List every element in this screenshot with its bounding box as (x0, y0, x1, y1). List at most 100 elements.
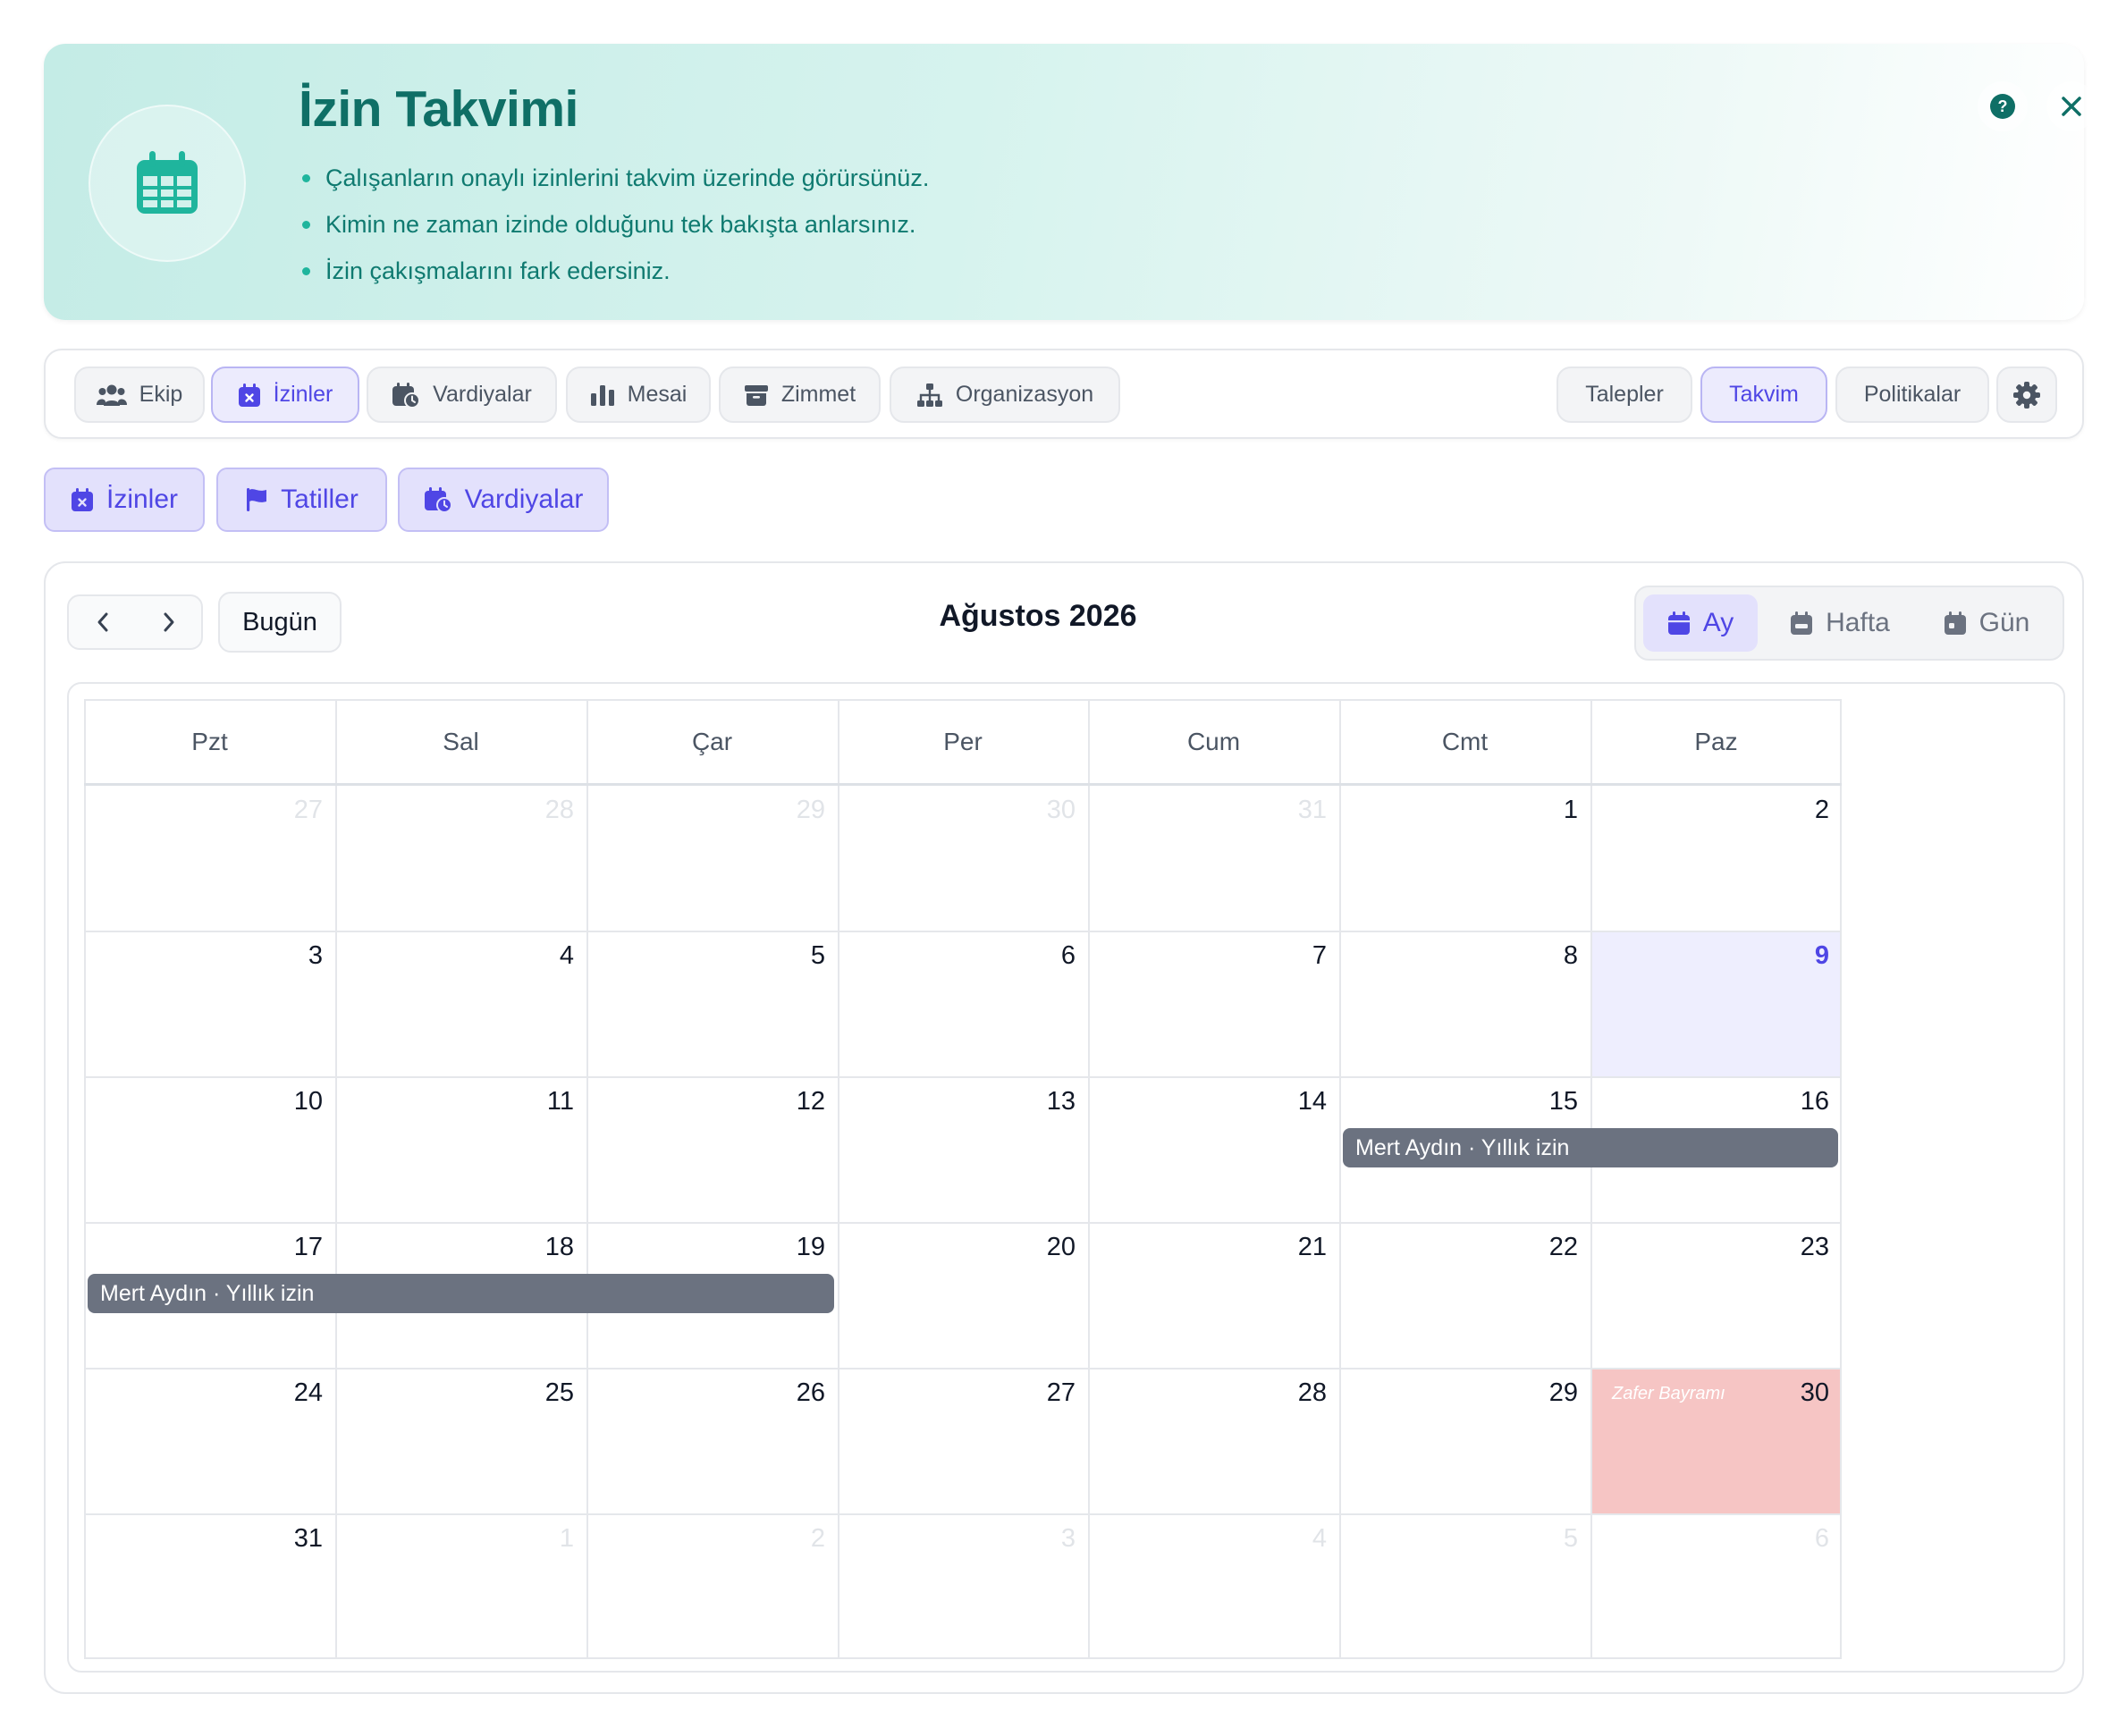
archive-icon (744, 384, 768, 406)
calendar-clock-icon (424, 487, 452, 513)
day-cell[interactable]: 31 (1088, 785, 1339, 931)
nav-politikalar[interactable]: Politikalar (1835, 367, 1989, 423)
nav-organizasyon[interactable]: Organizasyon (890, 367, 1120, 423)
day-cell[interactable]: 3 (84, 931, 335, 1076)
grid-line-horizontal (84, 1076, 1842, 1078)
subtab-tatiller[interactable]: Tatiller (216, 468, 387, 532)
view-month-button[interactable]: Ay (1643, 594, 1758, 652)
nav-talepler[interactable]: Talepler (1557, 367, 1692, 423)
day-cell[interactable]: 22 (1339, 1222, 1590, 1368)
day-cell[interactable]: 6 (1590, 1513, 1842, 1659)
day-cell[interactable]: 26 (586, 1368, 838, 1513)
nav-ekip-label: Ekip (139, 382, 183, 407)
view-week-button[interactable]: Hafta (1768, 594, 1911, 652)
subtab-vardiyalar-label: Vardiyalar (464, 485, 584, 514)
nav-takvim-label: Takvim (1729, 382, 1799, 407)
close-button[interactable] (2046, 81, 2096, 131)
help-button[interactable]: ? (1978, 81, 2028, 131)
day-number: 4 (559, 941, 574, 970)
day-cell[interactable]: 24 (84, 1368, 335, 1513)
day-number: 4 (1312, 1524, 1327, 1553)
day-cell[interactable]: 4 (1088, 1513, 1339, 1659)
next-month-button[interactable] (137, 596, 201, 648)
day-cell[interactable]: 3 (838, 1513, 1088, 1659)
banner-bullet: Kimin ne zaman izinde olduğunu tek bakış… (299, 201, 929, 248)
users-icon (96, 384, 127, 406)
day-number: 29 (1548, 1378, 1578, 1407)
day-number: 31 (293, 1524, 323, 1553)
leave-event[interactable]: Mert Aydın · Yıllık izin (1343, 1128, 1838, 1167)
day-cell[interactable]: 8 (1339, 931, 1590, 1076)
leave-event[interactable]: Mert Aydın · Yıllık izin (88, 1274, 834, 1313)
day-number: 5 (810, 941, 825, 970)
calendar-clock-icon (392, 382, 421, 409)
nav-zimmet[interactable]: Zimmet (719, 367, 881, 423)
subtab-izinler[interactable]: İzinler (44, 468, 205, 532)
settings-button[interactable] (1996, 367, 2057, 423)
day-number: 29 (796, 796, 825, 824)
day-number: 6 (1060, 941, 1076, 970)
day-cell[interactable]: 29 (1339, 1368, 1590, 1513)
subtab-vardiyalar[interactable]: Vardiyalar (398, 468, 609, 532)
day-cell[interactable]: 5 (586, 931, 838, 1076)
calendar-day-icon (1944, 611, 1966, 635)
day-number: 11 (546, 1087, 574, 1116)
day-cell-today[interactable]: 9 (1590, 931, 1842, 1076)
day-number: 12 (796, 1087, 825, 1116)
calendar-icon (1667, 611, 1690, 635)
day-cell[interactable]: 21 (1088, 1222, 1339, 1368)
grid-line-horizontal (84, 931, 1842, 932)
day-cell[interactable]: 11 (335, 1076, 586, 1222)
day-cell[interactable]: 29 (586, 785, 838, 931)
day-number: 6 (1814, 1524, 1829, 1553)
nav-ekip[interactable]: Ekip (74, 367, 205, 423)
day-cell[interactable]: 14 (1088, 1076, 1339, 1222)
day-cell[interactable]: 4 (335, 931, 586, 1076)
grid-line-horizontal (84, 1222, 1842, 1224)
day-cell[interactable]: 5 (1339, 1513, 1590, 1659)
nav-izinler[interactable]: İzinler (211, 367, 359, 423)
day-cell[interactable]: 27 (84, 785, 335, 931)
day-cell[interactable]: 20 (838, 1222, 1088, 1368)
day-number: 19 (796, 1233, 825, 1261)
day-cell[interactable]: 23 (1590, 1222, 1842, 1368)
svg-text:?: ? (1998, 97, 2008, 115)
day-cell[interactable]: 28 (335, 785, 586, 931)
weekday-header: Per (943, 728, 983, 755)
day-number: 27 (1046, 1378, 1076, 1407)
day-cell[interactable]: 27 (838, 1368, 1088, 1513)
day-cell[interactable]: 13 (838, 1076, 1088, 1222)
calendar-x-icon (71, 488, 93, 511)
day-cell[interactable]: 2 (586, 1513, 838, 1659)
nav-talepler-label: Talepler (1585, 382, 1664, 407)
day-number: 5 (1563, 1524, 1578, 1553)
day-cell[interactable]: 1 (1339, 785, 1590, 931)
nav-takvim[interactable]: Takvim (1700, 367, 1827, 423)
chevron-right-icon (164, 612, 174, 632)
day-cell[interactable]: 31 (84, 1513, 335, 1659)
day-number: 23 (1800, 1233, 1829, 1261)
day-cell-holiday[interactable]: 30 Zafer Bayramı (1590, 1368, 1842, 1513)
prev-month-button[interactable] (71, 596, 135, 648)
nav-mesai[interactable]: Mesai (566, 367, 711, 423)
day-cell[interactable]: 12 (586, 1076, 838, 1222)
day-cell[interactable]: 30 (838, 785, 1088, 931)
nav-vardiyalar[interactable]: Vardiyalar (367, 367, 557, 423)
day-cell[interactable]: 10 (84, 1076, 335, 1222)
help-icon: ? (1990, 94, 2015, 119)
day-cell[interactable]: 28 (1088, 1368, 1339, 1513)
day-number: 24 (293, 1378, 323, 1407)
day-cell[interactable]: 2 (1590, 785, 1842, 931)
today-button[interactable]: Bugün (218, 592, 342, 653)
day-cell[interactable]: 1 (335, 1513, 586, 1659)
day-cell[interactable]: 25 (335, 1368, 586, 1513)
calendar-grid-frame: Pzt Sal Çar Per Cum Cmt Paz 27 28 29 30 31 1 2 3 4 5 6 7 8 9… (67, 682, 2065, 1673)
bar-chart-icon (590, 384, 614, 406)
calendar-x-icon (238, 383, 260, 407)
subtab-tatiller-label: Tatiller (281, 485, 359, 514)
banner-bullet: Çalışanların onaylı izinlerini takvim üz… (299, 155, 929, 201)
day-number: 27 (293, 796, 323, 824)
view-day-button[interactable]: Gün (1924, 594, 2049, 652)
day-cell[interactable]: 6 (838, 931, 1088, 1076)
day-cell[interactable]: 7 (1088, 931, 1339, 1076)
